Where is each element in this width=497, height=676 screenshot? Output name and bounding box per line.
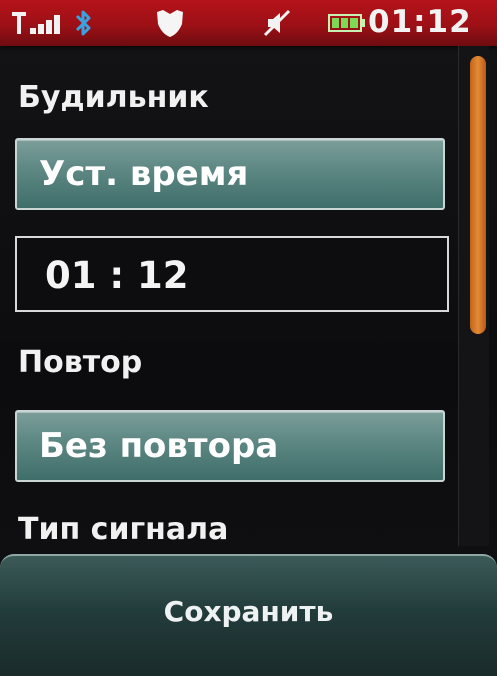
mute-icon <box>263 9 291 37</box>
status-clock: 01:12 <box>368 4 472 40</box>
set-time-button[interactable]: Уст. время <box>15 138 445 210</box>
signal-type-label: Тип сигнала <box>18 512 229 547</box>
save-button[interactable]: Сохранить <box>0 556 497 666</box>
battery-icon <box>328 14 365 32</box>
shield-icon <box>157 10 183 37</box>
status-bar: 01:12 <box>0 0 497 46</box>
time-input[interactable]: 01 : 12 <box>15 236 449 312</box>
repeat-value: Без повтора <box>39 426 279 466</box>
time-value: 01 : 12 <box>45 254 189 297</box>
scrollbar-thumb[interactable] <box>470 56 486 334</box>
signal-icon <box>12 12 60 34</box>
softkey-bar: Сохранить <box>0 554 497 676</box>
repeat-label: Повтор <box>18 345 143 380</box>
repeat-select[interactable]: Без повтора <box>15 410 445 482</box>
alarm-title: Будильник <box>18 80 209 115</box>
alarm-settings-screen: 01:12 Будильник Уст. время 01 : 12 Повто… <box>0 0 497 676</box>
bluetooth-icon <box>75 10 91 36</box>
set-time-label: Уст. время <box>39 154 249 194</box>
